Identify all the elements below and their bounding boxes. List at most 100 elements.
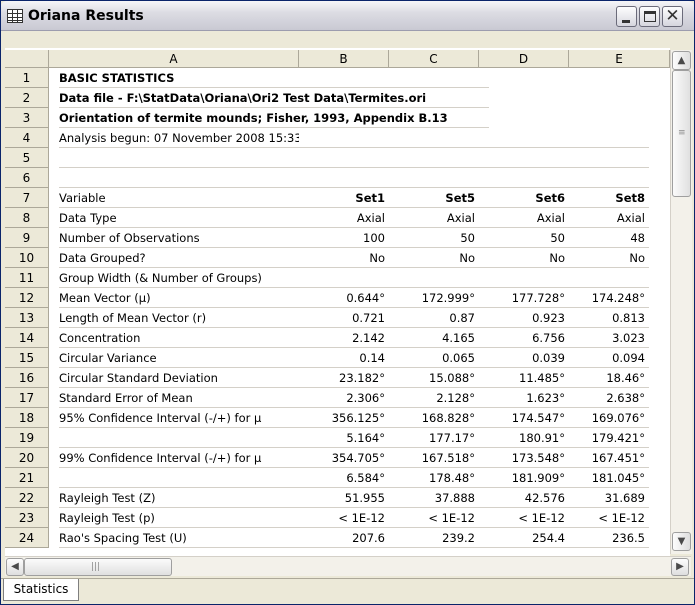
column-header[interactable]: A [49, 50, 299, 68]
cell-value[interactable]: 178.48° [389, 468, 479, 488]
cell-label[interactable]: 99% Confidence Interval (-/+) for µ [59, 448, 299, 468]
cell-value[interactable]: 4.165 [389, 328, 479, 348]
cell-value[interactable] [479, 148, 569, 168]
cell-value[interactable]: No [389, 248, 479, 268]
row-header[interactable]: 5 [5, 148, 49, 168]
vertical-scroll-thumb[interactable]: ≡ [672, 70, 691, 197]
column-header[interactable]: B [299, 50, 389, 68]
row-header[interactable]: 19 [5, 428, 49, 448]
row-header[interactable]: 23 [5, 508, 49, 528]
row-header[interactable]: 18 [5, 408, 49, 428]
cell-value[interactable]: 23.182° [299, 368, 389, 388]
cell-value[interactable]: Set5 [389, 188, 479, 208]
cell-value[interactable]: 254.4 [479, 528, 569, 548]
cell-label[interactable] [59, 148, 299, 168]
cell-value[interactable]: 5.164° [299, 428, 389, 448]
cell-value[interactable] [299, 128, 389, 148]
vertical-scrollbar[interactable]: ▲ ≡ ▼ [670, 50, 692, 554]
cell-value[interactable]: Axial [479, 208, 569, 228]
cell-value[interactable]: < 1E-12 [389, 508, 479, 528]
row-header[interactable]: 13 [5, 308, 49, 328]
cell-value[interactable]: 6.756 [479, 328, 569, 348]
cell-value[interactable]: 174.248° [569, 288, 649, 308]
cell-value[interactable]: 180.91° [479, 428, 569, 448]
row-header[interactable]: 16 [5, 368, 49, 388]
cell-value[interactable]: < 1E-12 [299, 508, 389, 528]
cell-value[interactable]: 1.623° [479, 388, 569, 408]
row-header[interactable]: 12 [5, 288, 49, 308]
cell-label[interactable]: Rayleigh Test (p) [59, 508, 299, 528]
cell-value[interactable]: 0.14 [299, 348, 389, 368]
cell-value[interactable]: 2.128° [389, 388, 479, 408]
cell-value[interactable]: No [479, 248, 569, 268]
cell-value[interactable]: 167.518° [389, 448, 479, 468]
cell-label[interactable]: Orientation of termite mounds; Fisher, 1… [59, 108, 489, 128]
row-header[interactable]: 4 [5, 128, 49, 148]
row-header[interactable]: 1 [5, 68, 49, 88]
cell-label[interactable]: Group Width (& Number of Groups) [59, 268, 299, 288]
cell-label[interactable]: Rayleigh Test (Z) [59, 488, 299, 508]
cell-value[interactable]: 37.888 [389, 488, 479, 508]
cell-value[interactable]: 0.094 [569, 348, 649, 368]
cell-value[interactable] [299, 168, 389, 188]
cell-value[interactable]: Set6 [479, 188, 569, 208]
cell-value[interactable]: 179.421° [569, 428, 649, 448]
cell-label[interactable]: Data Grouped? [59, 248, 299, 268]
cell-value[interactable]: 181.909° [479, 468, 569, 488]
cell-value[interactable] [479, 128, 569, 148]
cell-value[interactable]: 48 [569, 228, 649, 248]
cell-value[interactable]: 0.039 [479, 348, 569, 368]
row-header[interactable]: 11 [5, 268, 49, 288]
cell-label[interactable]: Length of Mean Vector (r) [59, 308, 299, 328]
cell-value[interactable]: 100 [299, 228, 389, 248]
cell-value[interactable]: 0.923 [479, 308, 569, 328]
scroll-right-button[interactable]: ▶ [671, 558, 689, 576]
column-header[interactable]: E [569, 50, 670, 68]
cell-value[interactable]: 239.2 [389, 528, 479, 548]
cell-value[interactable]: 207.6 [299, 528, 389, 548]
cell-value[interactable]: 356.125° [299, 408, 389, 428]
cell-value[interactable]: Set1 [299, 188, 389, 208]
cell-value[interactable] [389, 268, 479, 288]
cell-value[interactable]: 11.485° [479, 368, 569, 388]
row-header[interactable]: 6 [5, 168, 49, 188]
cell-value[interactable]: Axial [299, 208, 389, 228]
cell-value[interactable]: 177.17° [389, 428, 479, 448]
cell-value[interactable]: Axial [569, 208, 649, 228]
cell-value[interactable]: 0.721 [299, 308, 389, 328]
cell-value[interactable] [569, 128, 649, 148]
cell-value[interactable]: 31.689 [569, 488, 649, 508]
cell-value[interactable] [389, 168, 479, 188]
maximize-button[interactable] [639, 6, 660, 27]
tab-statistics[interactable]: Statistics [3, 579, 79, 601]
cell-value[interactable]: 0.065 [389, 348, 479, 368]
cell-value[interactable]: 51.955 [299, 488, 389, 508]
cell-value[interactable] [569, 168, 649, 188]
cell-value[interactable] [479, 168, 569, 188]
column-header[interactable]: D [479, 50, 569, 68]
cell-value[interactable]: 0.813 [569, 308, 649, 328]
cell-value[interactable]: 2.142 [299, 328, 389, 348]
row-header[interactable]: 22 [5, 488, 49, 508]
cell-label[interactable] [59, 168, 299, 188]
cell-value[interactable] [389, 148, 479, 168]
row-header[interactable]: 21 [5, 468, 49, 488]
horizontal-scroll-thumb[interactable]: ||| [24, 558, 172, 576]
row-header[interactable]: 9 [5, 228, 49, 248]
scroll-down-button[interactable]: ▼ [672, 532, 691, 551]
cell-label[interactable]: Data file - F:\StatData\Oriana\Ori2 Test… [59, 88, 489, 108]
title-bar[interactable]: Oriana Results ✕ [1, 1, 694, 31]
horizontal-scrollbar[interactable]: ◀ ||| ▶ [5, 556, 691, 576]
cell-value[interactable] [569, 268, 649, 288]
scroll-up-button[interactable]: ▲ [672, 51, 691, 70]
row-header[interactable]: 3 [5, 108, 49, 128]
cell-value[interactable]: < 1E-12 [569, 508, 649, 528]
cell-value[interactable]: 18.46° [569, 368, 649, 388]
cell-value[interactable]: 0.644° [299, 288, 389, 308]
cell-value[interactable] [569, 148, 649, 168]
row-header[interactable]: 24 [5, 528, 49, 548]
cell-value[interactable]: 172.999° [389, 288, 479, 308]
row-header[interactable]: 20 [5, 448, 49, 468]
cell-value[interactable]: 0.87 [389, 308, 479, 328]
cell-label[interactable]: Standard Error of Mean [59, 388, 299, 408]
